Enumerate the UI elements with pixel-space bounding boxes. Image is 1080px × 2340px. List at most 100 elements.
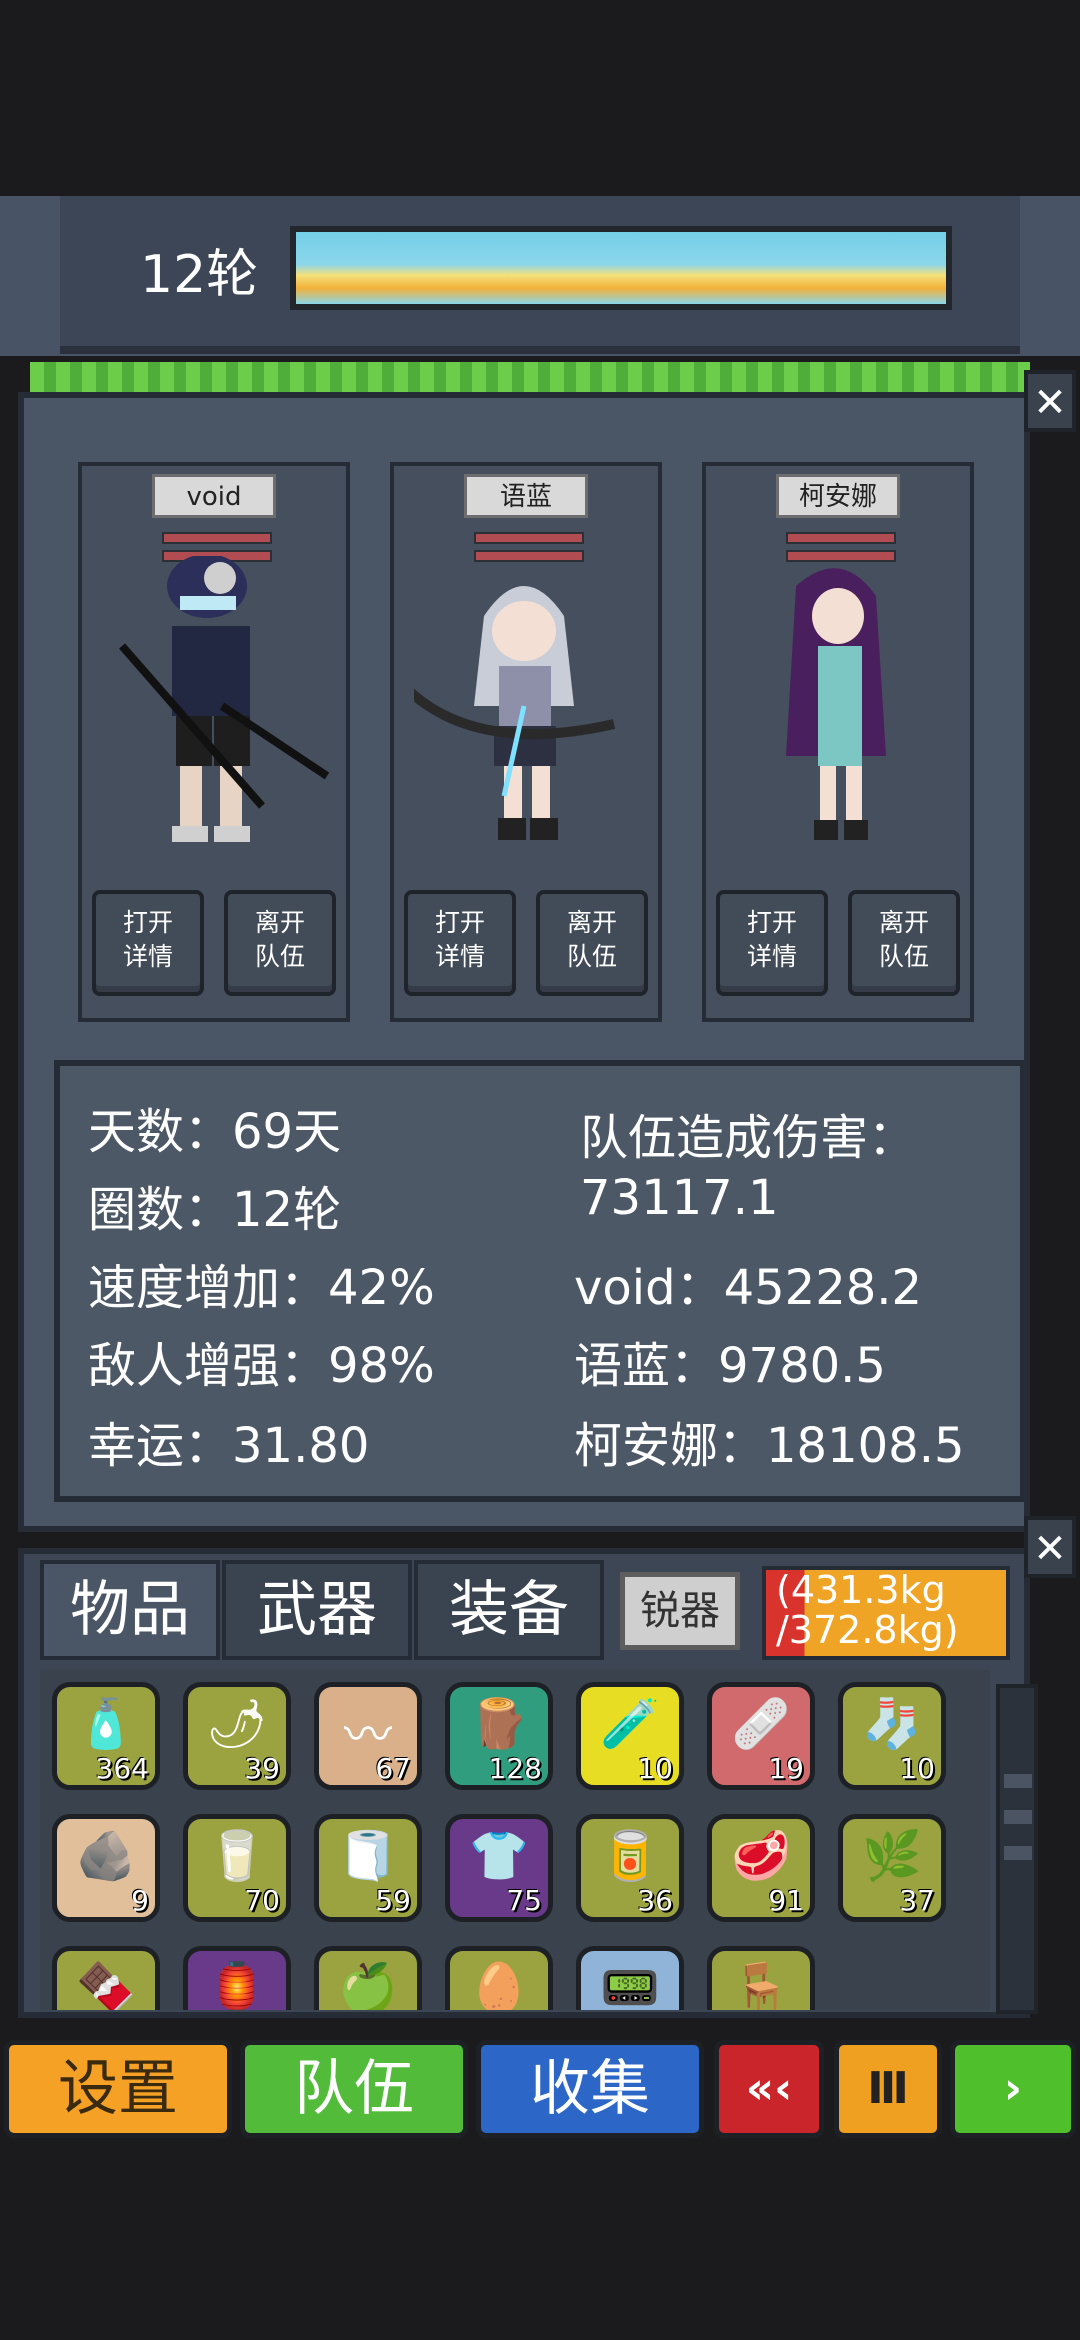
tab-items[interactable]: 物品 [40,1560,220,1660]
item-count: 364 [95,1752,149,1785]
stat-days: 天数：69天 [88,1104,342,1160]
inventory-slot[interactable]: 🍏 [314,1946,422,2010]
boots-icon: 🧦 [862,1696,922,1752]
journey-progress-view [290,226,952,310]
map-strip [30,362,1030,392]
close-inventory-button[interactable]: ✕ [1024,1516,1076,1578]
play-button[interactable]: › [950,2040,1076,2138]
member-card-yulan: 语蓝 打开 详情 离开 队伍 [390,462,662,1022]
member-card-keanna: 柯安娜 打开 详情 离开 队伍 [702,462,974,1022]
collect-button[interactable]: 收集 [476,2040,704,2138]
stat-speed: 速度增加：42% [88,1260,435,1316]
inventory-slot[interactable]: 🧴 364 [52,1682,160,1790]
medkit-icon: 🩹 [731,1696,791,1752]
item-count: 36 [637,1884,673,1917]
steak-icon: 🥩 [731,1828,791,1884]
inventory-slot[interactable]: 📟 [576,1946,684,2010]
damage-keanna: 柯安娜：18108.5 [574,1418,965,1474]
tab-gear[interactable]: 装备 [414,1560,604,1660]
inventory-slot[interactable]: 🌿 37 [838,1814,946,1922]
open-details-button[interactable]: 打开 详情 [404,890,516,996]
member-card-void: void 打开 详情 离开 队伍 [78,462,350,1022]
item-count: 9 [131,1884,149,1917]
member-name: 语蓝 [464,474,588,518]
damage-total: 73117.1 [580,1170,779,1226]
tab-weapons[interactable]: 武器 [222,1560,412,1660]
egg-icon: 🥚 [469,1960,529,2010]
inventory-grid: 🧴 364 🌶 39 〰 67 🪵 128 🧪 10 🩹 19 🧦 10 🪨 9 🥛 70 🧻 59 👕 75 🥫 36 🥩 91… [40,1670,990,2010]
inventory-slot[interactable]: 〰 67 [314,1682,422,1790]
stone-icon: 🪨 [76,1828,136,1884]
open-details-button[interactable]: 打开 详情 [716,890,828,996]
inventory-slot[interactable]: 🧪 10 [576,1682,684,1790]
herb-icon: 🌿 [862,1828,922,1884]
item-count: 10 [899,1752,935,1785]
inventory-slot[interactable]: 🪑 [707,1946,815,2010]
member-health-bar [162,532,272,562]
chair-icon: 🪑 [731,1960,791,2010]
circuit-icon: 📟 [600,1960,660,2010]
item-count: 10 [637,1752,673,1785]
inventory-slot[interactable]: 🌶 39 [183,1682,291,1790]
sharp-weapon-filter-button[interactable]: 锐器 [620,1572,740,1650]
inventory-slot[interactable]: 🍫 [52,1946,160,2010]
character-keanna-sprite [786,568,886,840]
cloth-icon: 🧻 [338,1828,398,1884]
wood-log-icon: 🪵 [469,1696,529,1752]
leave-team-button[interactable]: 离开 队伍 [848,890,960,996]
carry-weight-indicator: (431.3kg /372.8kg) [762,1566,1010,1660]
inventory-slot[interactable]: 🩹 19 [707,1682,815,1790]
rewind-speed-button[interactable]: «‹ [714,2040,824,2138]
inventory-slot[interactable]: 🧦 10 [838,1682,946,1790]
item-count: 70 [244,1884,280,1917]
lantern-icon: 🏮 [207,1960,267,2010]
inventory-slot[interactable]: 🥫 36 [576,1814,684,1922]
inventory-slot[interactable]: 🧻 59 [314,1814,422,1922]
item-count: 128 [488,1752,542,1785]
inventory-slot[interactable]: 🥩 91 [707,1814,815,1922]
inventory-slot[interactable]: 🪵 128 [445,1682,553,1790]
damage-yulan: 语蓝：9780.5 [574,1338,886,1394]
meat-can-icon: 🥫 [600,1828,660,1884]
stat-luck: 幸运：31.80 [88,1418,370,1474]
item-count: 39 [244,1752,280,1785]
inventory-slot[interactable]: 👕 75 [445,1814,553,1922]
member-health-bar [474,532,584,562]
apple-icon: 🍏 [338,1960,398,2010]
inventory-slot[interactable]: 🪨 9 [52,1814,160,1922]
damage-title: 队伍造成伤害： [580,1110,917,1166]
inventory-slot[interactable]: 🥚 [445,1946,553,2010]
inventory-slot[interactable]: 🥛 70 [183,1814,291,1922]
weight-current: (431.3kg [776,1568,946,1612]
item-count: 59 [375,1884,411,1917]
stat-enemy-boost: 敌人增强：98% [88,1338,435,1394]
leave-team-button[interactable]: 离开 队伍 [536,890,648,996]
weight-max: /372.8kg) [776,1608,959,1652]
stat-laps: 圈数：12轮 [88,1182,342,1238]
item-count: 75 [506,1884,542,1917]
team-button[interactable]: 队伍 [240,2040,468,2138]
member-name: void [152,474,276,518]
leave-team-button[interactable]: 离开 队伍 [224,890,336,996]
member-health-bar [786,532,896,562]
bottle-icon: 🥛 [207,1828,267,1884]
pause-button[interactable]: Ⅲ [834,2040,942,2138]
shirt-icon: 👕 [469,1828,529,1884]
character-yulan-sprite [414,586,616,840]
supplies-icon: 🧴 [76,1696,136,1752]
member-name: 柯安娜 [776,474,900,518]
inventory-scrollbar[interactable] [996,1684,1038,2014]
open-details-button[interactable]: 打开 详情 [92,890,204,996]
chocolate-icon: 🍫 [76,1960,136,2010]
round-counter: 12轮 [140,245,259,305]
close-team-panel-button[interactable]: ✕ [1024,370,1076,432]
potion-icon: 🧪 [600,1696,660,1752]
item-count: 19 [768,1752,804,1785]
item-count: 91 [768,1884,804,1917]
settings-button[interactable]: 设置 [4,2040,232,2138]
chili-icon: 🌶 [206,1696,268,1752]
item-count: 67 [375,1752,411,1785]
inventory-slot[interactable]: 🏮 [183,1946,291,2010]
item-count: 37 [899,1884,935,1917]
damage-void: void：45228.2 [574,1260,923,1316]
